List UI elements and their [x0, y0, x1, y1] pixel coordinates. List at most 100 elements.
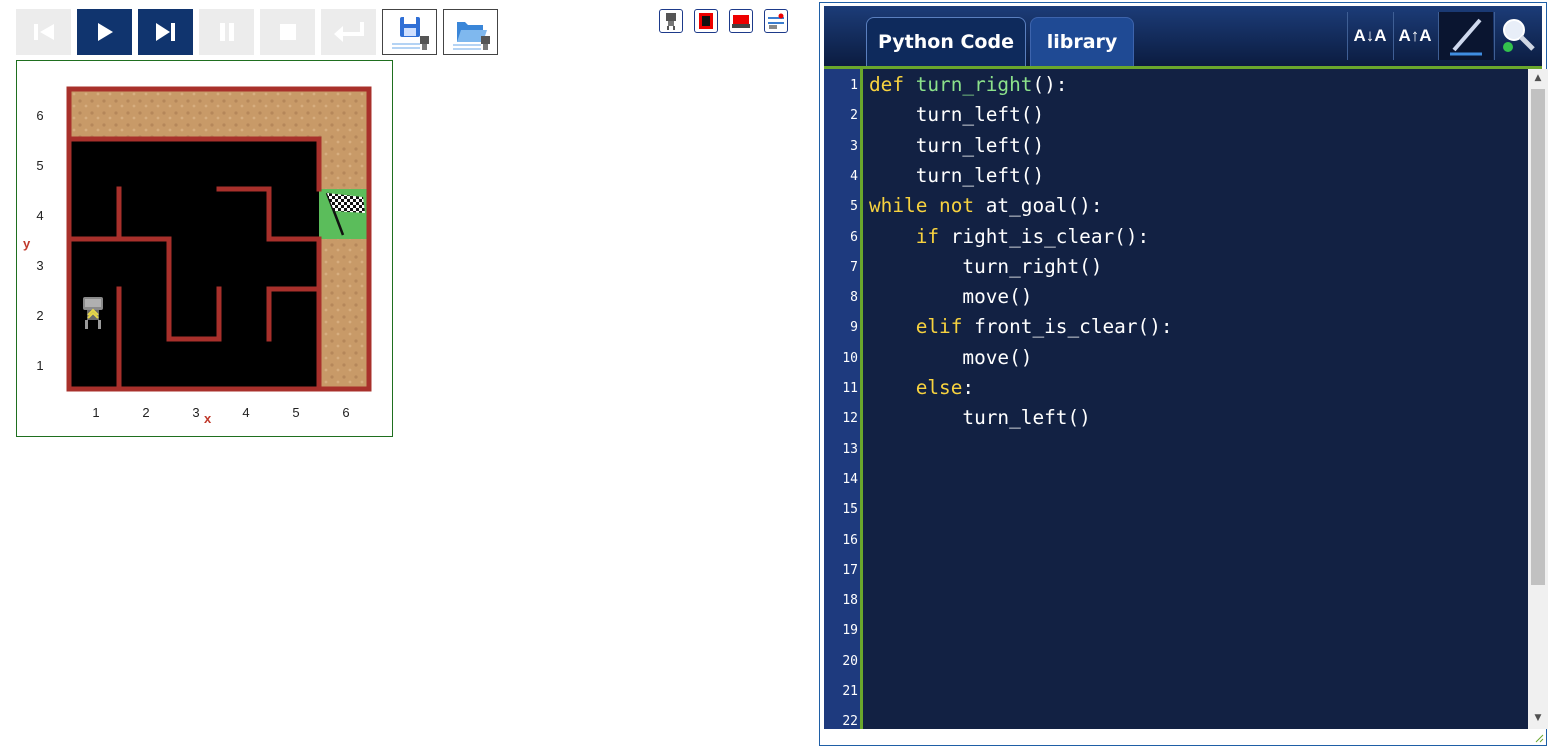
line-number: 21	[842, 684, 858, 699]
code-line[interactable]: turn_left()	[869, 134, 1044, 157]
flag-glyph	[732, 15, 750, 28]
search-button[interactable]	[1495, 12, 1541, 60]
code-line[interactable]: elif front_is_clear():	[869, 315, 1173, 338]
scroll-thumb[interactable]	[1531, 89, 1545, 585]
code-line[interactable]: move()	[869, 285, 1032, 308]
line-number: 4	[850, 168, 858, 184]
world-settings-glyph	[768, 13, 784, 29]
scroll-down-arrow-icon[interactable]: ▼	[1528, 713, 1548, 723]
line-number: 13	[842, 441, 858, 457]
tab-python-code[interactable]: Python Code	[866, 17, 1026, 66]
code-keyword: while	[869, 194, 940, 218]
code-function-name: turn_right	[915, 73, 1033, 96]
sand-row	[69, 89, 369, 139]
stop-icon	[279, 24, 296, 40]
pause-button[interactable]	[199, 9, 254, 55]
maze-grid	[66, 86, 372, 392]
x-tick-5: 5	[292, 405, 300, 420]
scroll-up-arrow-icon[interactable]: ▲	[1528, 73, 1548, 83]
save-world-button[interactable]	[382, 9, 437, 55]
line-number: 7	[850, 259, 858, 275]
y-tick-1: 1	[36, 358, 44, 373]
open-world-icon	[452, 22, 490, 50]
line-number: 9	[850, 320, 858, 336]
line-number: 12	[842, 411, 858, 427]
font-larger-button[interactable]: A↑A	[1393, 12, 1437, 60]
maze-floor	[69, 139, 319, 389]
play-icon	[97, 23, 113, 41]
editor-header: Python Code library A↓A A↑A	[824, 6, 1542, 69]
x-tick-1: 1	[92, 405, 100, 420]
code-text: ():	[1032, 73, 1068, 96]
code-text: turn_left()	[869, 133, 1045, 157]
code-line[interactable]: turn_left()	[869, 406, 1091, 430]
line-number: 18	[842, 593, 858, 609]
pencil-icon	[1450, 18, 1482, 56]
code-text: move()	[869, 345, 1033, 369]
y-tick-3: 3	[36, 258, 44, 273]
pause-icon	[219, 23, 234, 41]
open-world-button[interactable]	[443, 9, 498, 55]
tab-library[interactable]: library	[1030, 17, 1134, 66]
code-text: right_is_clear():	[950, 224, 1150, 248]
x-tick-4: 4	[242, 405, 250, 420]
y-tick-6: 6	[36, 108, 44, 123]
font-smaller-button[interactable]: A↓A	[1348, 12, 1392, 60]
code-text: turn_left()	[869, 406, 1091, 430]
code-keyword: not	[939, 194, 986, 218]
world-panel: 6 5 4 3 2 1 y 1 2 3 4 5 6 x	[16, 60, 393, 437]
code-text: move()	[869, 285, 1033, 309]
line-number: 5	[850, 199, 858, 215]
line-number-gutter: 1 2 3 4 5 6 7 8 9 10 11 12 13 14 15 16 17 18 19 20 21 22	[824, 69, 863, 729]
step-button[interactable]	[138, 9, 193, 55]
run-button[interactable]	[77, 9, 132, 55]
wall-glyph	[699, 13, 713, 29]
code-text: :	[962, 376, 975, 399]
code-line[interactable]: def turn_right():	[869, 73, 1067, 96]
code-line[interactable]: move()	[869, 346, 1032, 369]
code-editor-panel: Python Code library A↓A A↑A 1 2 3 4 5 6 7 8 9 10 1…	[819, 2, 1548, 746]
line-number: 20	[842, 653, 858, 669]
save-world-icon	[391, 17, 429, 50]
code-line[interactable]: while not at_goal():	[869, 194, 1103, 217]
code-line[interactable]: else:	[869, 376, 974, 399]
code-line[interactable]: turn_left()	[869, 164, 1044, 187]
world-settings-icon[interactable]	[764, 9, 788, 33]
code-keyword: elif	[915, 315, 975, 339]
code-keyword: if	[915, 224, 951, 248]
code-area[interactable]: 1 2 3 4 5 6 7 8 9 10 11 12 13 14 15 16 17 18 19 20 21 22 def …	[824, 69, 1528, 729]
code-line[interactable]: if right_is_clear():	[869, 224, 1150, 248]
wall-icon[interactable]	[694, 9, 718, 33]
code-text: at_goal():	[985, 194, 1103, 218]
flag-icon[interactable]	[729, 9, 753, 33]
resize-grip-icon[interactable]	[1534, 733, 1544, 743]
code-keyword: def	[869, 73, 916, 96]
line-number: 14	[842, 471, 858, 487]
x-tick-6: 6	[342, 405, 350, 420]
magnifier-icon	[1503, 19, 1535, 52]
code-text: turn_left()	[869, 163, 1045, 187]
skip-back-icon	[33, 24, 54, 40]
robot-glyph	[666, 13, 676, 30]
code-line[interactable]: turn_left()	[869, 103, 1044, 126]
return-icon	[333, 22, 364, 42]
code-line[interactable]: turn_right()	[869, 255, 1102, 278]
skip-back-button[interactable]	[16, 9, 71, 55]
code-text: turn_right()	[869, 254, 1103, 278]
line-number: 19	[842, 623, 858, 639]
robot-icon[interactable]	[659, 9, 683, 33]
editor-scrollbar[interactable]: ▲ ▼	[1528, 69, 1548, 729]
edit-mode-button[interactable]	[1439, 12, 1493, 60]
y-tick-5: 5	[36, 158, 44, 173]
stop-button[interactable]	[260, 9, 315, 55]
line-number: 8	[850, 290, 858, 306]
line-number: 15	[842, 502, 858, 518]
reload-button[interactable]	[321, 9, 376, 55]
code-text: turn_left()	[869, 103, 1045, 127]
line-number: 2	[850, 108, 858, 124]
y-axis-label: y	[23, 236, 31, 251]
line-number: 1	[850, 78, 858, 93]
